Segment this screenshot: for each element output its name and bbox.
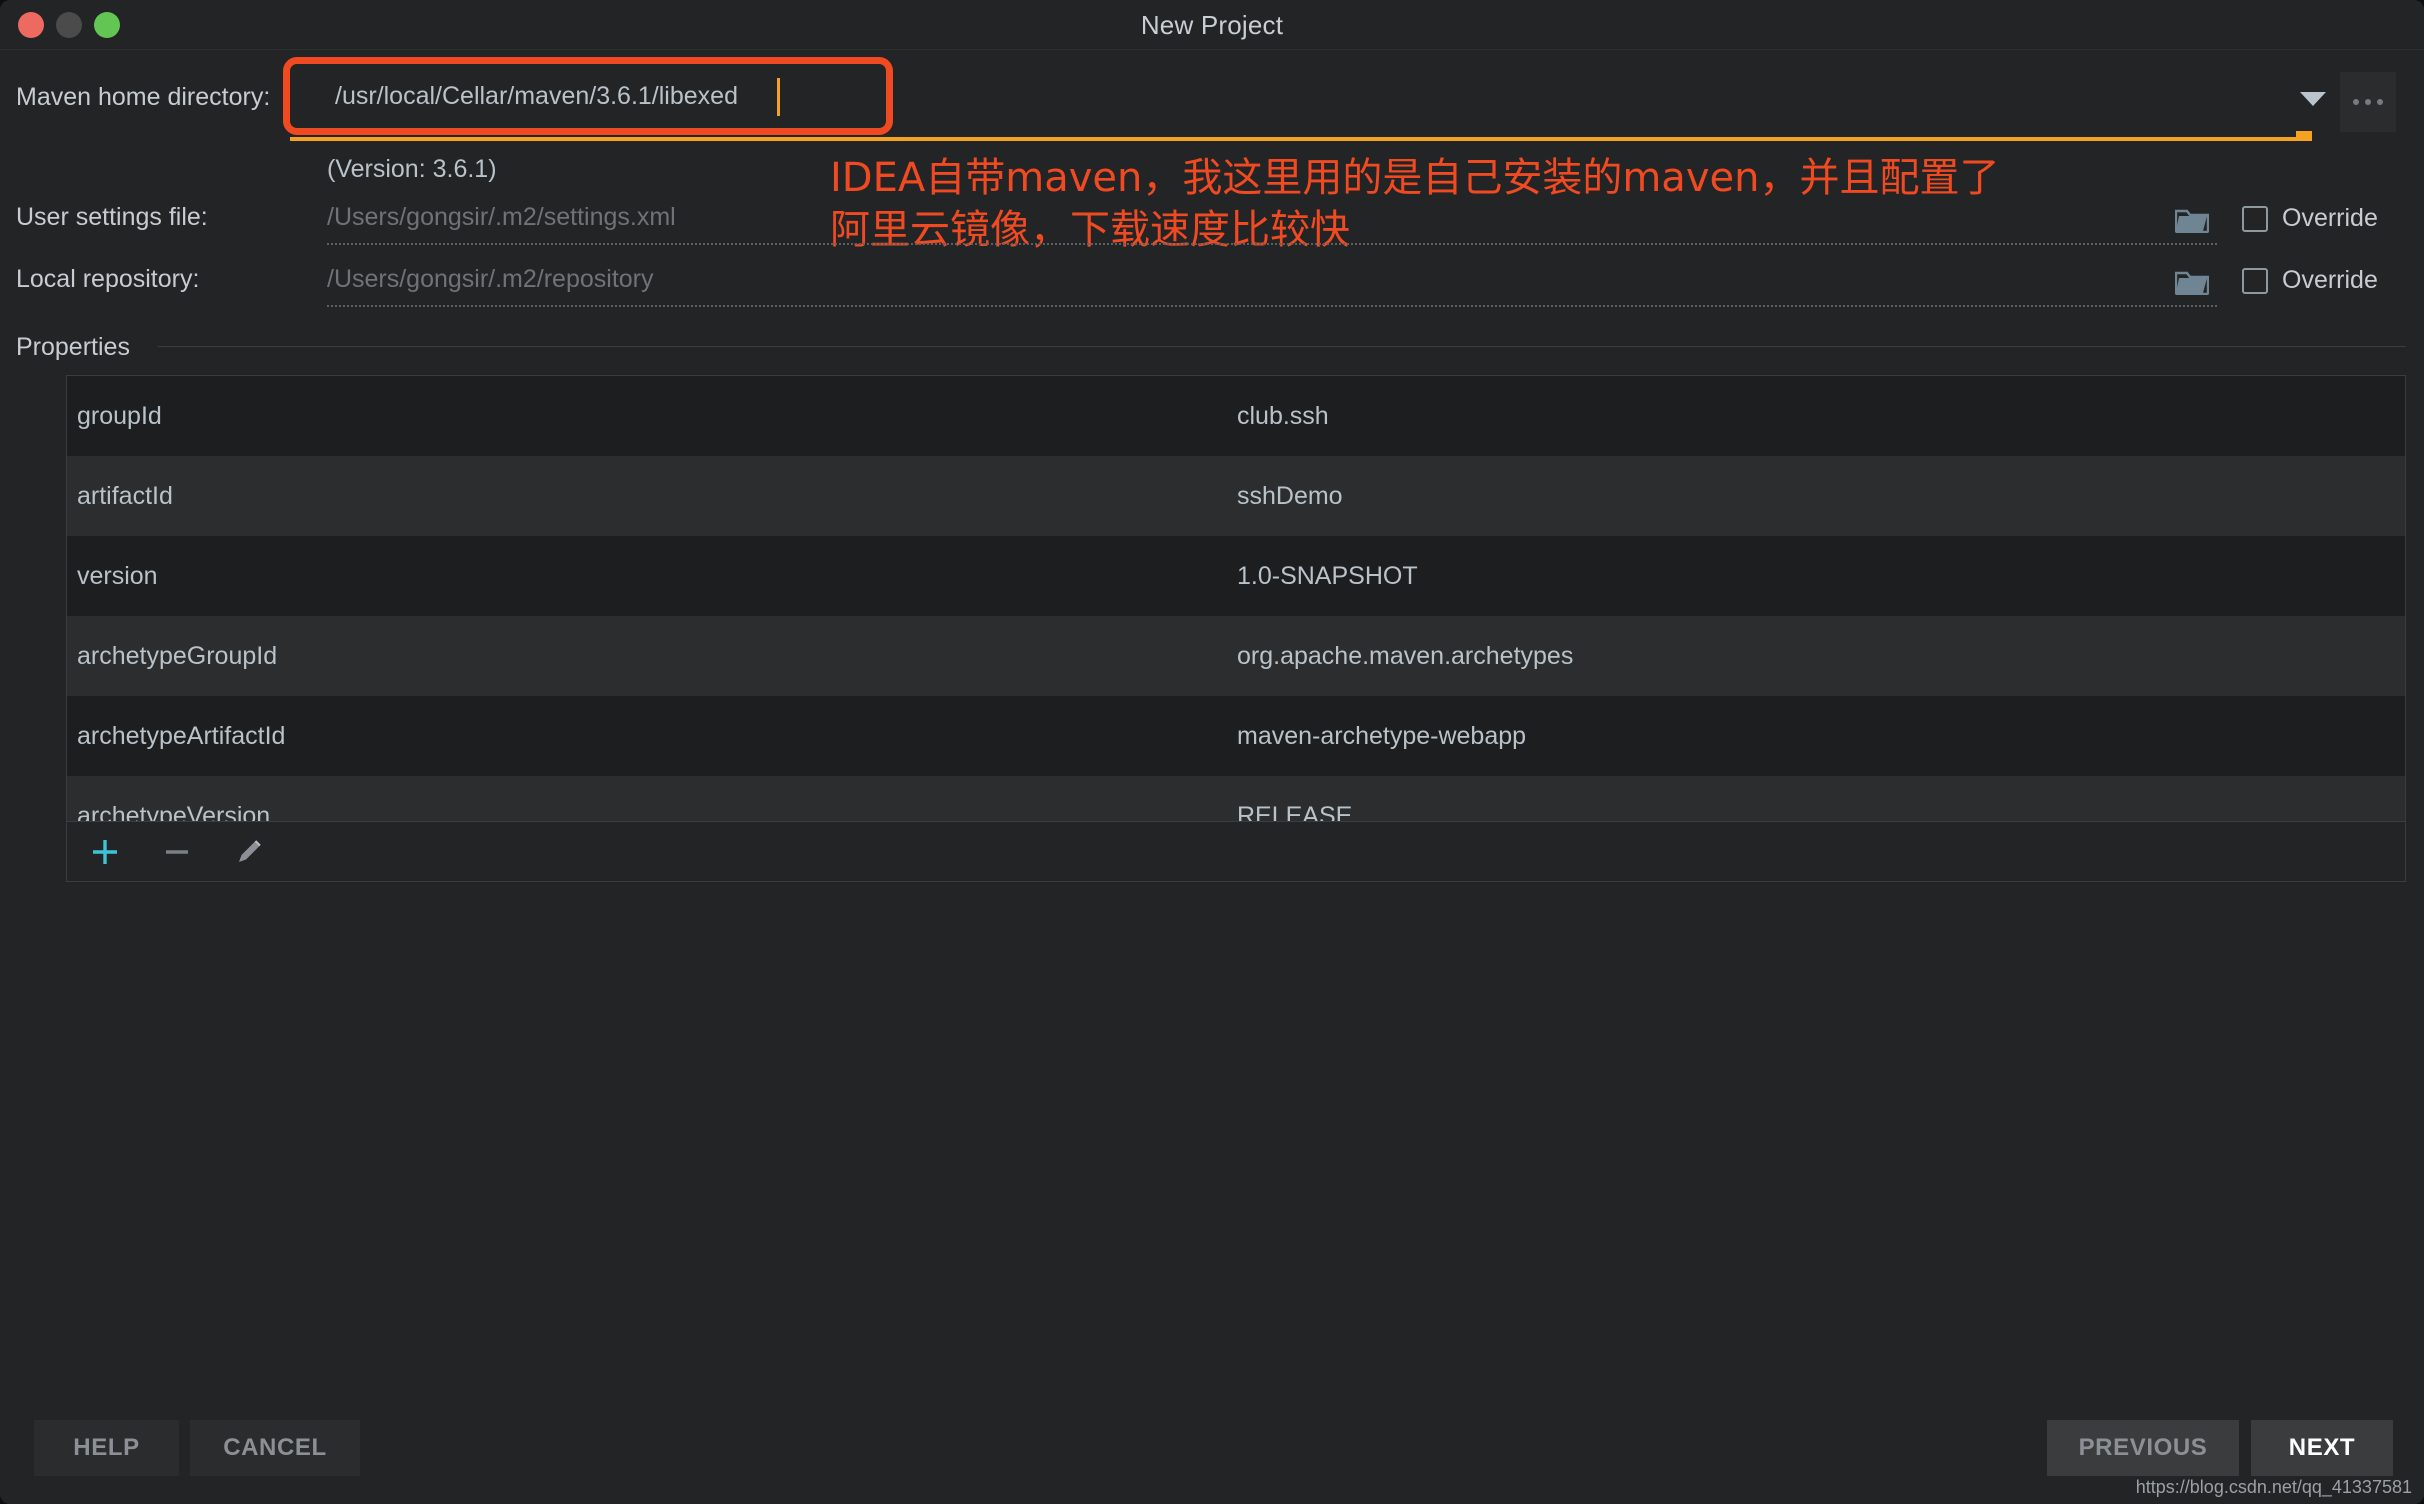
previous-button[interactable]: PREVIOUS — [2047, 1420, 2239, 1476]
help-button[interactable]: HELP — [34, 1420, 179, 1476]
watermark-text: https://blog.csdn.net/qq_41337581 — [2135, 1477, 2412, 1497]
edit-property-button[interactable] — [227, 830, 271, 874]
maven-home-input[interactable]: /usr/local/Cellar/maven/3.6.1/libexed — [290, 72, 2300, 120]
user-settings-underline — [327, 243, 2217, 245]
property-key: version — [77, 561, 158, 590]
local-repository-override-checkbox[interactable]: Override — [2242, 266, 2378, 295]
properties-table[interactable]: groupId club.ssh artifactId sshDemo version 1… — [66, 375, 2406, 882]
minus-icon — [166, 849, 188, 854]
properties-table-body: groupId club.ssh artifactId sshDemo version 1… — [67, 376, 2405, 856]
annotation-text: IDEA自带maven，我这里用的是自己安装的maven，并且配置了 阿里云镜像… — [830, 155, 2000, 253]
property-value: club.ssh — [1237, 401, 1329, 430]
table-row[interactable]: version 1.0-SNAPSHOT — [67, 536, 2405, 616]
plus-icon — [93, 839, 117, 864]
property-value: maven-archetype-webapp — [1237, 721, 1527, 750]
checkbox-box-icon — [2242, 205, 2268, 232]
properties-table-toolbar — [67, 821, 2405, 881]
maven-home-underline — [290, 137, 2312, 141]
property-key: artifactId — [77, 481, 173, 510]
maven-home-value: /usr/local/Cellar/maven/3.6.1/libexed — [335, 82, 738, 110]
property-value: org.apache.maven.archetypes — [1237, 641, 1574, 670]
properties-section-label: Properties — [16, 333, 130, 361]
next-button[interactable]: NEXT — [2251, 1420, 2393, 1476]
override-label: Override — [2282, 266, 2378, 294]
override-label: Override — [2282, 204, 2378, 232]
table-row[interactable]: artifactId sshDemo — [67, 456, 2405, 536]
table-row[interactable]: archetypeGroupId org.apache.maven.archety… — [67, 616, 2405, 696]
pencil-icon — [239, 839, 261, 862]
property-key: archetypeArtifactId — [77, 721, 286, 750]
ellipsis-dot-icon — [2365, 99, 2371, 105]
local-repository-underline — [327, 305, 2217, 307]
property-key: groupId — [77, 401, 162, 430]
table-row[interactable]: archetypeArtifactId maven-archetype-webap… — [67, 696, 2405, 776]
property-value: sshDemo — [1237, 481, 1343, 510]
folder-icon[interactable] — [2175, 268, 2209, 295]
title-bar: New Project — [0, 0, 2424, 50]
maven-version-note: (Version: 3.6.1) — [327, 155, 497, 183]
window-title: New Project — [1140, 10, 1284, 40]
cancel-button[interactable]: CANCEL — [190, 1420, 360, 1476]
new-project-dialog: New Project Maven home directory: /usr/l… — [0, 0, 2424, 1504]
browse-ellipsis-button[interactable] — [2340, 72, 2396, 132]
ellipsis-dot-icon — [2377, 99, 2383, 105]
section-divider — [158, 346, 2406, 347]
user-settings-override-checkbox[interactable]: Override — [2242, 204, 2378, 233]
ellipsis-dot-icon — [2353, 99, 2359, 105]
maven-home-label: Maven home directory: — [16, 83, 271, 111]
chevron-down-icon[interactable] — [2300, 92, 2326, 106]
table-row[interactable]: groupId club.ssh — [67, 376, 2405, 456]
checkbox-box-icon — [2242, 267, 2268, 294]
local-repository-value[interactable]: /Users/gongsir/.m2/repository — [327, 265, 654, 294]
remove-property-button[interactable] — [155, 830, 199, 874]
user-settings-value[interactable]: /Users/gongsir/.m2/settings.xml — [327, 203, 676, 232]
add-property-button[interactable] — [83, 830, 127, 874]
folder-icon[interactable] — [2175, 206, 2209, 233]
user-settings-label: User settings file: — [16, 203, 208, 231]
text-caret — [777, 78, 780, 116]
maven-home-underline-tick — [2296, 131, 2312, 141]
local-repository-label: Local repository: — [16, 265, 200, 293]
property-value: 1.0-SNAPSHOT — [1237, 561, 1418, 590]
property-key: archetypeGroupId — [77, 641, 278, 670]
